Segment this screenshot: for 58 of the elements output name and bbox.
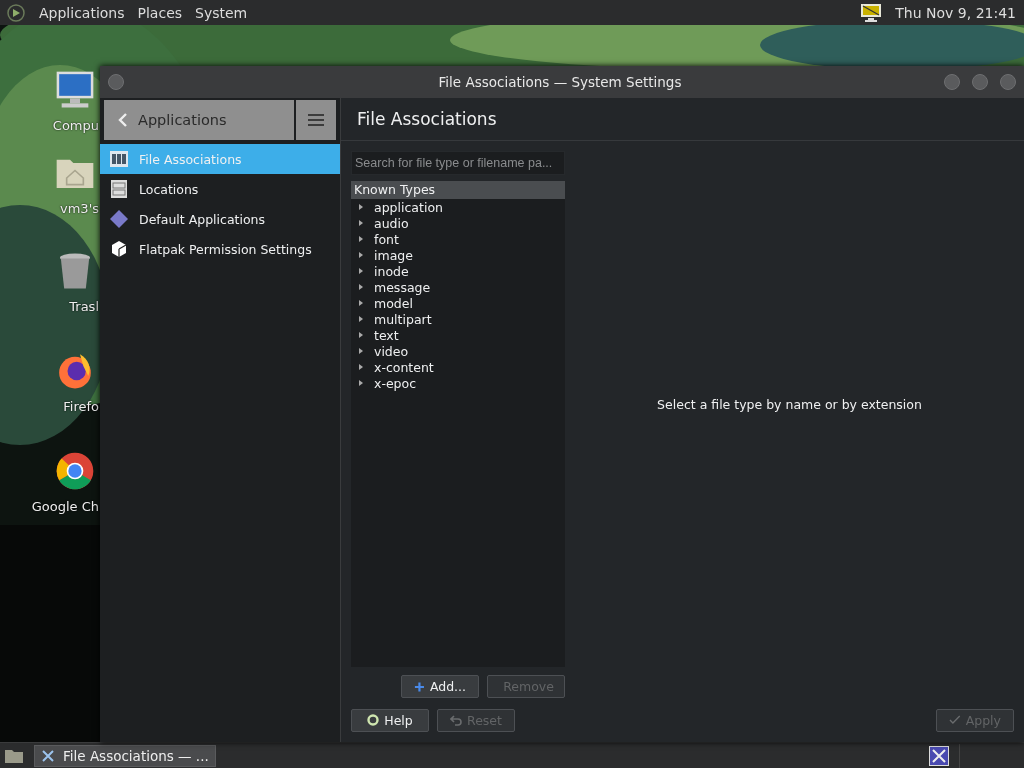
tree-item[interactable]: multipart — [374, 311, 432, 327]
cabinet-icon — [110, 180, 128, 198]
window-title: File Associations — System Settings — [437, 74, 683, 90]
expand-arrow-icon[interactable] — [358, 379, 364, 387]
tree-item[interactable]: application — [374, 199, 443, 215]
expand-arrow-icon[interactable] — [358, 347, 364, 355]
desktop-icon-label[interactable]: Trasl — [69, 299, 99, 314]
undo-icon — [450, 714, 463, 726]
expand-arrow-icon[interactable] — [358, 363, 364, 371]
check-icon — [949, 714, 961, 726]
tree-item[interactable]: x-epoc — [374, 375, 417, 391]
page-title: File Associations — [357, 109, 497, 129]
menu-icon — [308, 114, 324, 126]
menu-button[interactable] — [296, 100, 336, 140]
expand-arrow-icon[interactable] — [358, 331, 364, 339]
clock[interactable]: Thu Nov 9, 21:41 — [895, 4, 1016, 21]
add-button[interactable]: Add... — [401, 675, 479, 698]
help-icon — [367, 714, 380, 726]
tree-item[interactable]: text — [374, 327, 399, 343]
tree-item[interactable]: model — [374, 295, 413, 311]
cube-icon — [110, 240, 128, 258]
tree-item[interactable]: font — [374, 231, 399, 247]
file-types-icon — [110, 150, 128, 168]
sidebar-item[interactable]: Locations — [100, 174, 340, 204]
plus-icon — [414, 680, 425, 693]
column-header[interactable]: Known Types — [351, 181, 565, 199]
round-browser-icon[interactable] — [55, 451, 95, 491]
sidebar-item[interactable]: Default Applications — [100, 204, 340, 234]
expand-arrow-icon[interactable] — [358, 267, 364, 275]
desktop-icon-label[interactable]: Firefo — [63, 399, 99, 414]
tree-item[interactable]: image — [374, 247, 413, 263]
expand-arrow-icon[interactable] — [358, 299, 364, 307]
expand-arrow-icon[interactable] — [358, 283, 364, 291]
expand-arrow-icon[interactable] — [358, 219, 364, 227]
tree-item[interactable]: video — [374, 343, 409, 359]
search-field[interactable]: Search for file type or filename pa... — [351, 151, 565, 175]
tree-item[interactable]: message — [374, 279, 431, 295]
sidebar-item[interactable]: Flatpak Permission Settings — [100, 234, 340, 264]
diamond-icon — [110, 210, 128, 228]
monitor-icon[interactable] — [860, 2, 883, 23]
empty-hint: Select a file type by name or by extension — [657, 397, 922, 412]
tree-item[interactable]: audio — [374, 215, 409, 231]
tree-item[interactable]: x-content — [374, 359, 434, 375]
expand-arrow-icon[interactable] — [358, 235, 364, 243]
menu-logo-icon[interactable] — [6, 2, 26, 23]
panel-menu[interactable]: Applications — [39, 4, 125, 21]
tree-item[interactable]: inode — [374, 263, 409, 279]
panel-menu[interactable]: System — [195, 4, 248, 21]
expand-arrow-icon[interactable] — [358, 203, 364, 211]
panel-menu[interactable]: Places — [137, 4, 183, 21]
back-button[interactable]: Applications — [104, 100, 294, 140]
expand-arrow-icon[interactable] — [358, 251, 364, 259]
computer-icon[interactable] — [55, 70, 95, 110]
taskbar-button[interactable]: File Associations — ... — [34, 744, 216, 767]
folder-icon[interactable] — [4, 747, 24, 764]
desktop-icon-label[interactable]: Google Ch — [31, 499, 99, 514]
expand-arrow-icon[interactable] — [358, 315, 364, 323]
help-button[interactable]: Help — [351, 708, 429, 732]
